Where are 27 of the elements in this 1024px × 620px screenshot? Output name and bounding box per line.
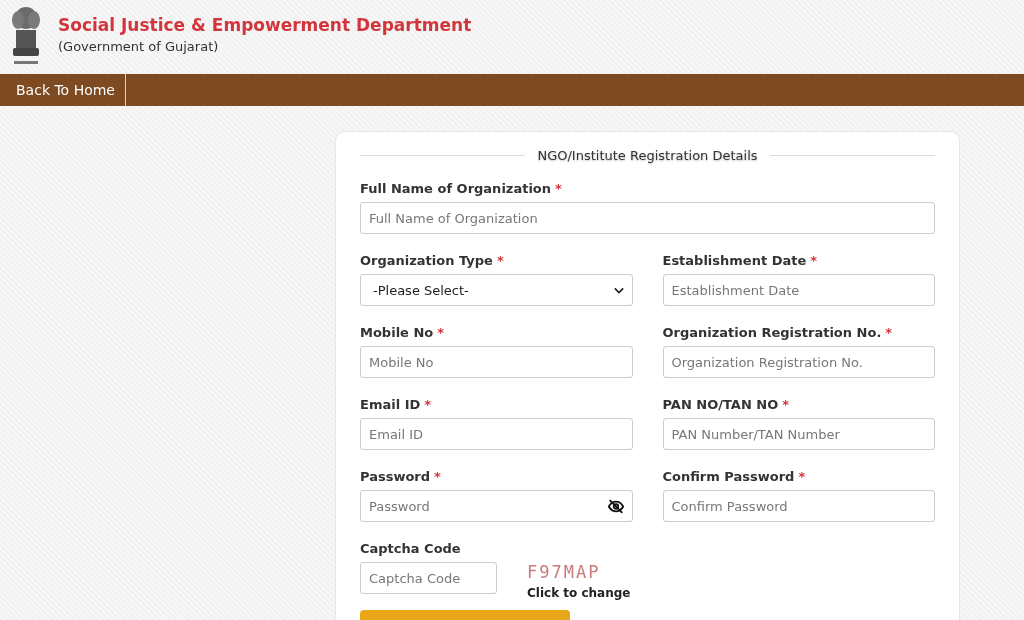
field-label: Organization Registration No. * (662, 325, 894, 340)
field-label: PAN NO/TAN NO * (662, 397, 791, 412)
nav-link[interactable]: Back To Home (0, 74, 126, 106)
field-label: Email ID * (360, 397, 433, 412)
eye-slash-icon[interactable] (606, 499, 625, 514)
input-field[interactable]: Email ID (360, 418, 633, 450)
site-subtitle: (Government of Gujarat) (58, 39, 220, 54)
input-field[interactable]: Confirm Password (662, 490, 935, 522)
field-label: Password * (360, 469, 442, 484)
password-field[interactable]: Password (360, 490, 633, 522)
field-label: Establishment Date * (662, 253, 819, 268)
field-label: Confirm Password * (662, 469, 807, 484)
field-label: Captcha Code (360, 541, 462, 556)
input-field[interactable]: Captcha Code (360, 562, 497, 594)
input-field[interactable]: PAN Number/TAN Number (662, 418, 935, 450)
input-field[interactable]: Organization Registration No. (662, 346, 935, 378)
input-field[interactable]: Full Name of Organization (360, 202, 935, 234)
site-title: Social Justice & Empowerment Department (58, 15, 472, 35)
input-field[interactable]: Mobile No (360, 346, 633, 378)
field-label: Organization Type * (360, 253, 505, 268)
field-label: Full Name of Organization * (360, 181, 563, 196)
input-field[interactable]: Establishment Date (662, 274, 935, 306)
select-field[interactable]: -Please Select- (360, 274, 633, 306)
field-label: Mobile No * (360, 325, 446, 340)
chevron-down-icon (613, 286, 624, 294)
captcha-refresh-link[interactable]: Click to change (527, 586, 631, 600)
form-title: NGO/Institute Registration Details (537, 148, 758, 163)
